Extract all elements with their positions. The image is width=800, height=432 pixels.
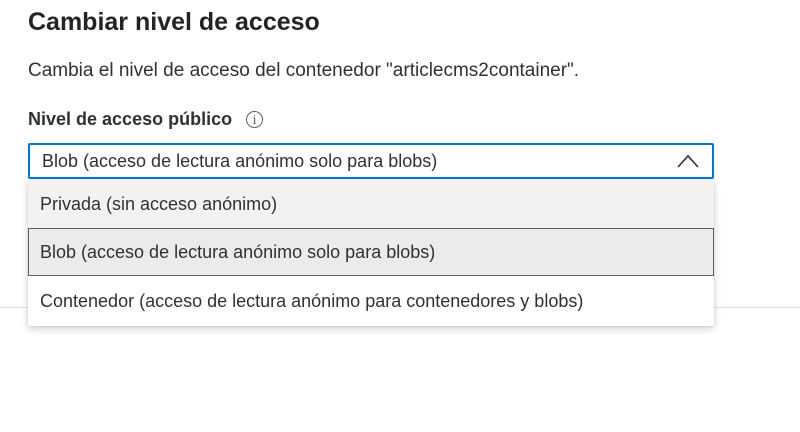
- info-icon[interactable]: i: [246, 111, 264, 128]
- access-level-options-list: Privada (sin acceso anónimo) Blob (acces…: [28, 180, 714, 326]
- access-level-dropdown[interactable]: Blob (acceso de lectura anónimo solo par…: [28, 143, 714, 179]
- chevron-up-icon: [677, 154, 699, 168]
- option-private[interactable]: Privada (sin acceso anónimo): [28, 180, 714, 228]
- access-level-label-row: Nivel de acceso público i: [28, 109, 264, 130]
- option-blob[interactable]: Blob (acceso de lectura anónimo solo par…: [28, 228, 714, 276]
- panel-title: Cambiar nivel de acceso: [28, 8, 320, 36]
- option-container[interactable]: Contenedor (acceso de lectura anónimo pa…: [28, 276, 714, 326]
- panel-description: Cambia el nivel de acceso del contenedor…: [28, 60, 580, 81]
- access-level-label: Nivel de acceso público: [28, 109, 233, 129]
- access-level-selected-value: Blob (acceso de lectura anónimo solo par…: [42, 151, 438, 171]
